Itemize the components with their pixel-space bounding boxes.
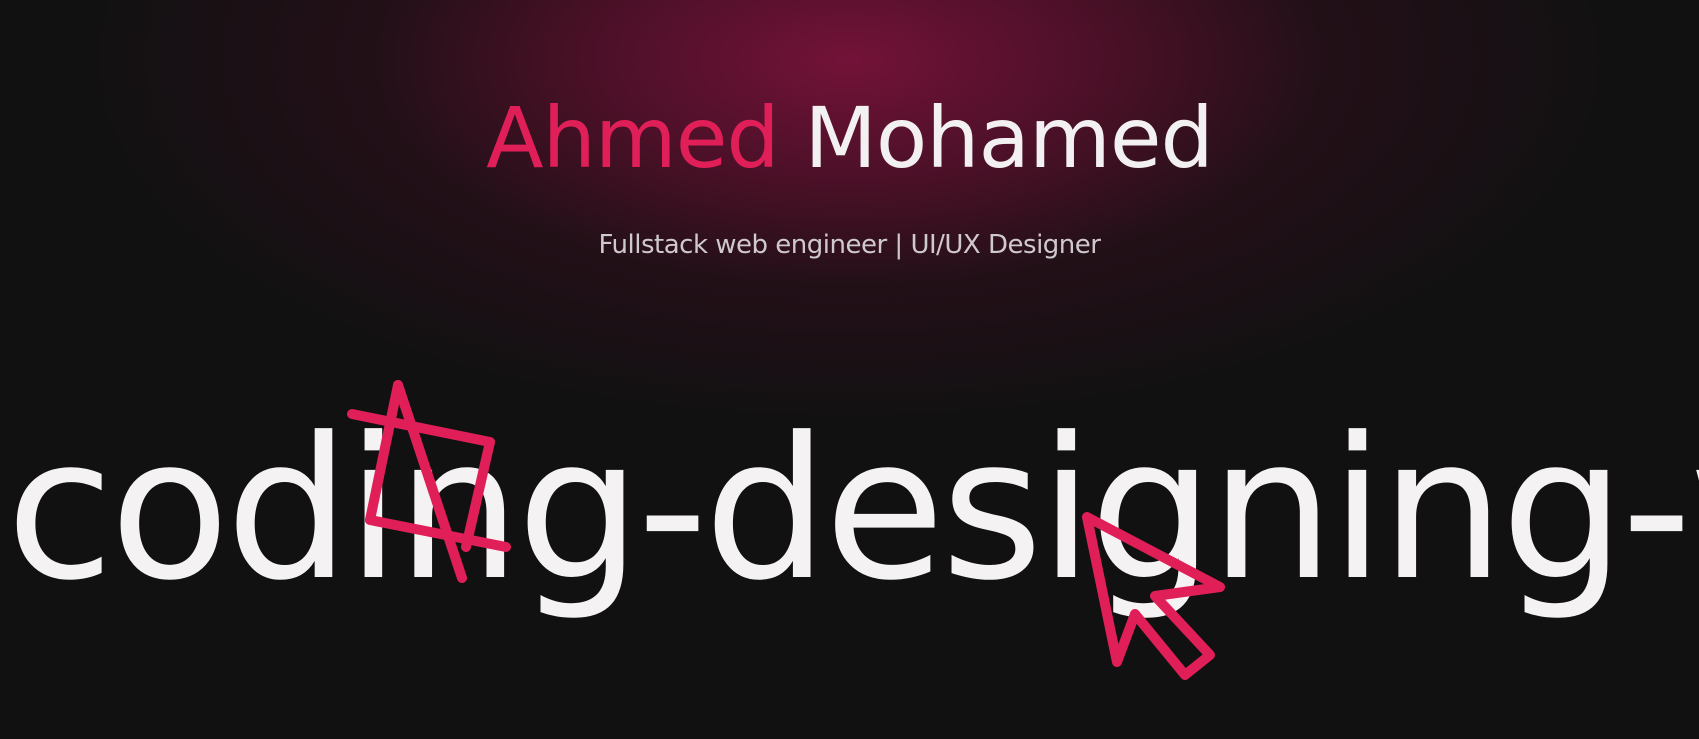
tagline: Fullstack web engineer | UI/UX Designer — [598, 230, 1101, 260]
scrolling-marquee: coding-designing-w — [0, 412, 1699, 652]
first-name: Ahmed — [486, 89, 780, 187]
last-name: Mohamed — [804, 89, 1213, 187]
marquee-text: coding-designing-w — [6, 412, 1699, 624]
page-title: Ahmed Mohamed — [0, 96, 1699, 180]
